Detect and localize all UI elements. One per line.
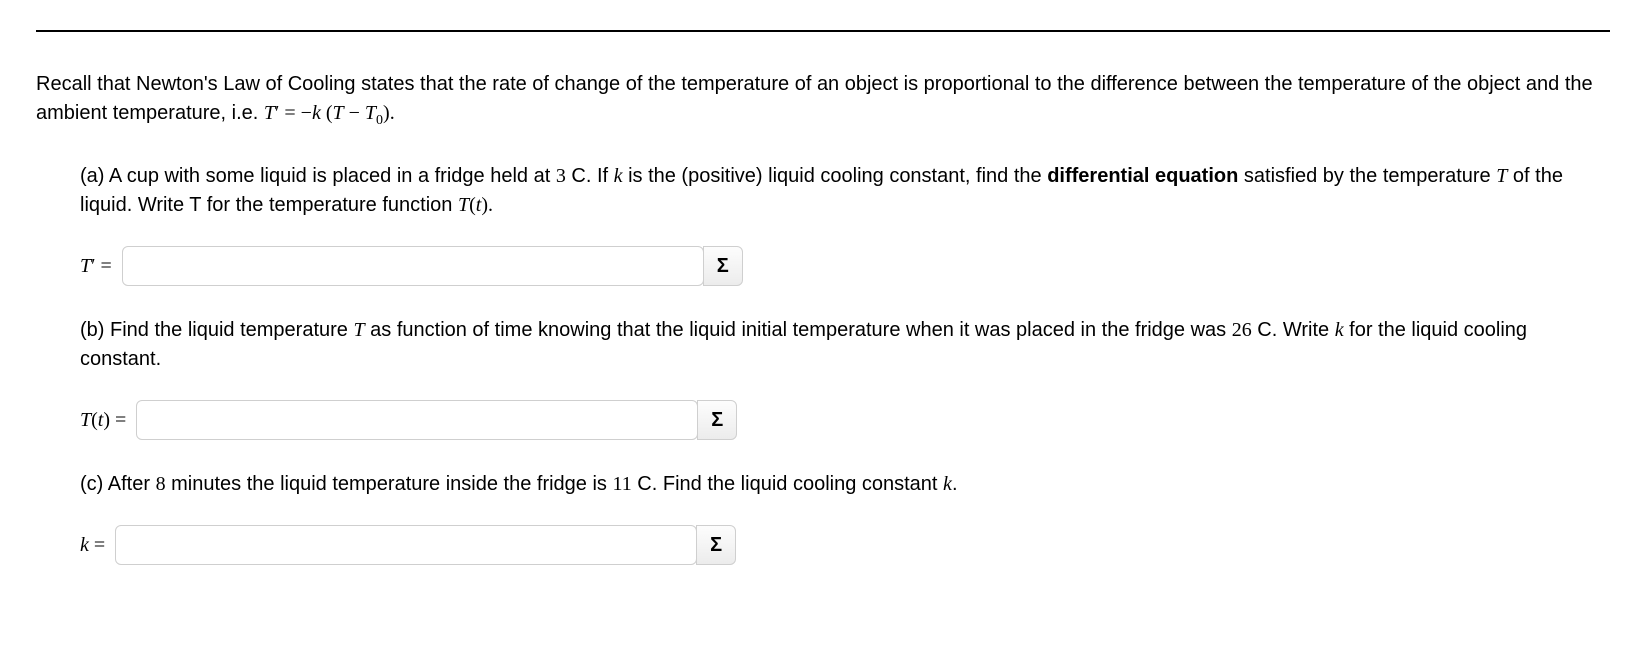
text: minutes the liquid temperature inside th… [166,473,613,495]
ambient-temp: 3 [556,165,566,187]
text: C. If [566,165,614,187]
math-k: k [943,473,952,495]
math-eq-neg: = − [279,102,312,124]
part-c-input[interactable] [115,525,697,565]
math-eq: = [96,255,112,277]
math-open: ( [321,102,333,124]
sigma-icon: Σ [717,255,729,278]
sigma-button-a[interactable]: Σ [703,246,743,286]
math-T2: T [333,102,344,124]
part-a-input[interactable] [122,246,704,286]
text: as function of time knowing that the liq… [365,319,1232,341]
sigma-icon: Σ [710,534,722,557]
part-b-label: T(t) = [80,406,126,435]
bold-de: differential equation [1047,165,1238,187]
math-eq: = [89,534,105,556]
part-b-input[interactable] [136,400,698,440]
part-a: (a) A cup with some liquid is placed in … [36,162,1610,565]
math-minus: − [344,102,365,124]
math-close: ). [383,102,395,124]
part-b-answer-row: T(t) = Σ [80,400,1610,440]
intro-text: Recall that Newton's Law of Cooling stat… [36,70,1610,128]
part-a-prompt: (a) A cup with some liquid is placed in … [80,162,1610,220]
divider [36,30,1610,32]
math-T: T [264,102,275,124]
sigma-icon: Σ [711,409,723,432]
sigma-button-b[interactable]: Σ [697,400,737,440]
math-T: T [80,255,91,277]
text: satisfied by the temperature [1238,165,1496,187]
paren: ( [91,409,98,431]
paren: ). [481,194,493,216]
text: (a) A cup with some liquid is placed in … [80,165,556,187]
part-c-label: k = [80,531,105,560]
math-sub0: 0 [376,113,383,128]
math-k: k [614,165,623,187]
text: is the (positive) liquid cooling constan… [623,165,1048,187]
later-temp: 11 [612,473,631,495]
math-Tfun: T [458,194,469,216]
text: (b) Find the liquid temperature [80,319,353,341]
part-b-prompt: (b) Find the liquid temperature T as fun… [80,316,1610,374]
math-eq: = [110,409,126,431]
math-k: k [80,534,89,556]
paren: ( [469,194,476,216]
part-c-answer-row: k = Σ [80,525,1610,565]
math-T: T [80,409,91,431]
question-page: Recall that Newton's Law of Cooling stat… [0,30,1646,633]
text: C. Write [1252,319,1335,341]
initial-temp: 26 [1232,319,1252,341]
text: C. Find the liquid cooling constant [632,473,943,495]
math-k: k [312,102,321,124]
math-T: T [1496,165,1507,187]
math-k: k [1335,319,1344,341]
math-T: T [353,319,364,341]
part-a-label: T′ = [80,252,112,281]
part-a-answer-row: T′ = Σ [80,246,1610,286]
math-T0: T [365,102,376,124]
sigma-button-c[interactable]: Σ [696,525,736,565]
part-c-prompt: (c) After 8 minutes the liquid temperatu… [80,470,1610,499]
text: (c) After [80,473,156,495]
text: . [952,473,958,495]
later-minutes: 8 [156,473,166,495]
